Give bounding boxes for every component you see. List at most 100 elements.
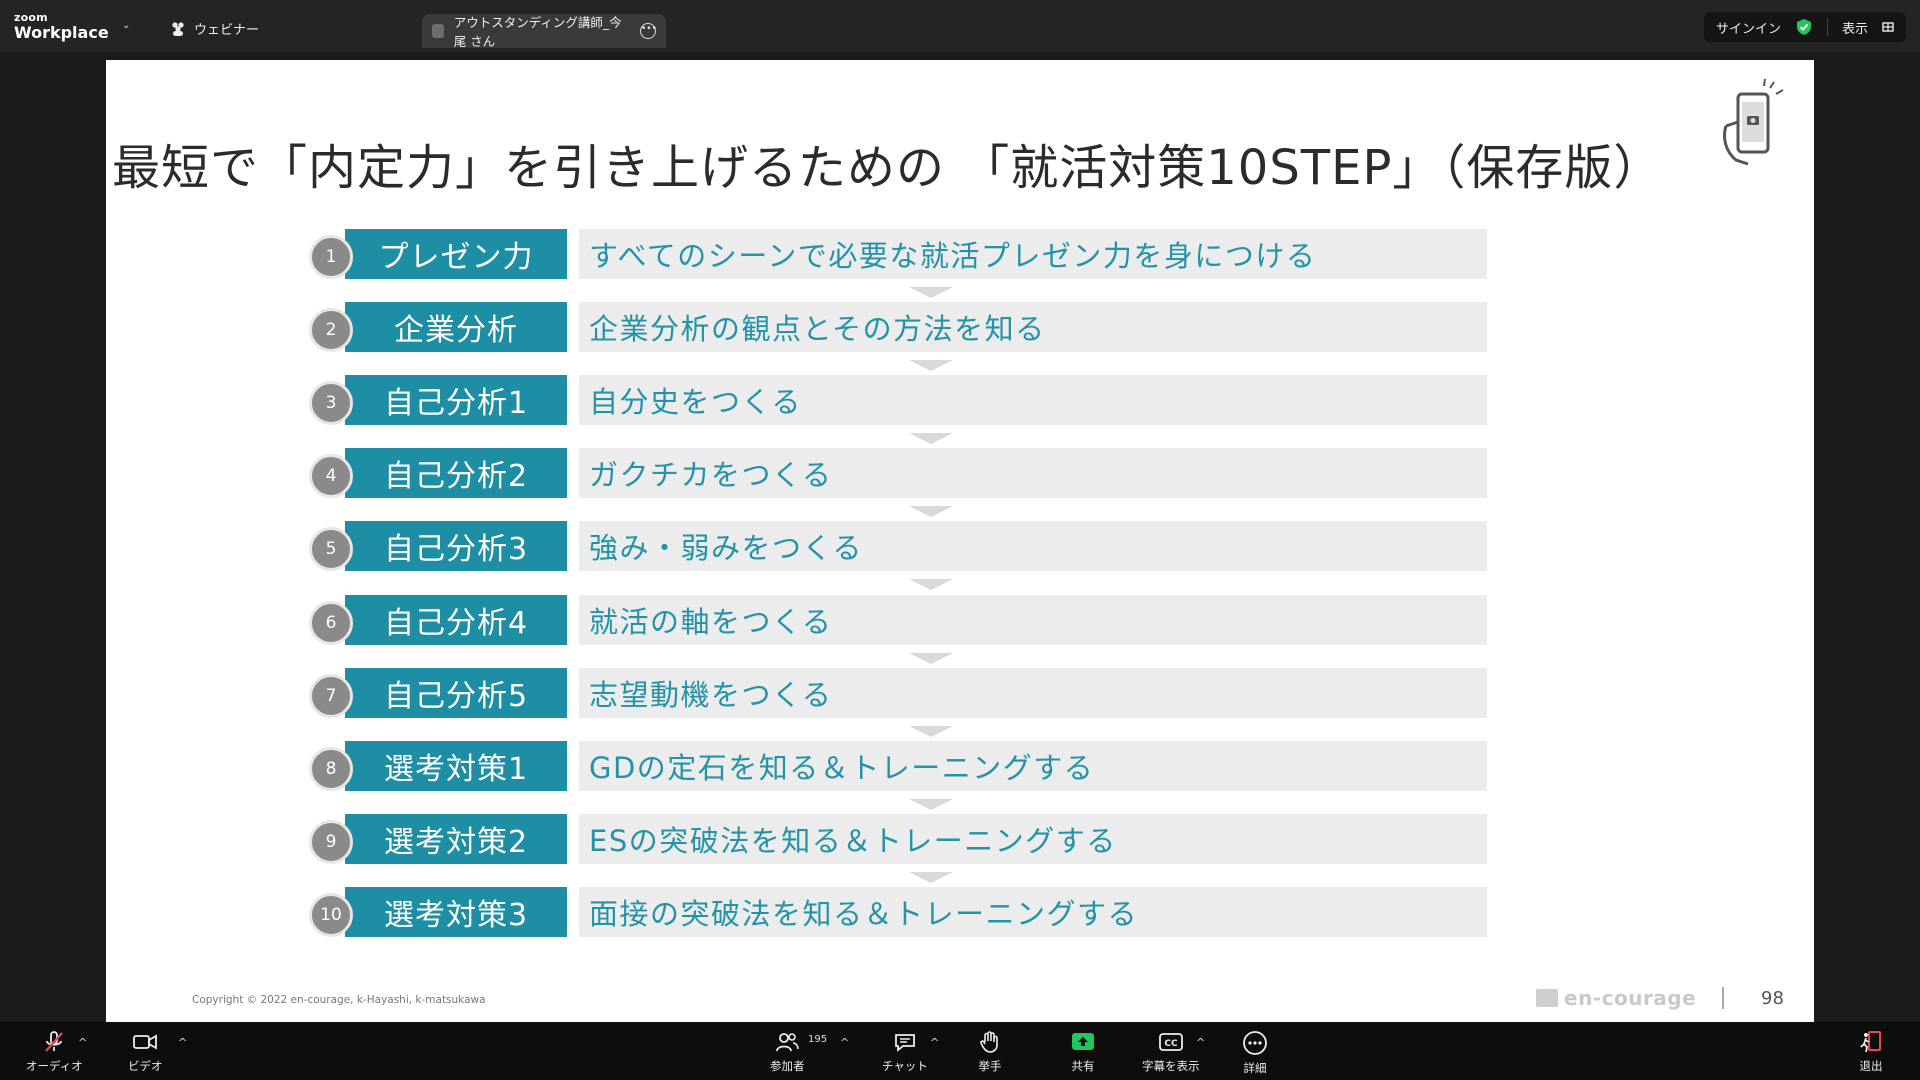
step-row: 5 自己分析3 強み・弱みをつくる (309, 521, 1591, 572)
svg-text:CC: CC (1164, 1039, 1178, 1049)
step-row: 3 自己分析1 自分史をつくる (309, 375, 1591, 426)
meeting-toolbar: オーディオ ^ ビデオ ^ 参加者 195 ^ チャット ^ 挙手 共有 CC … (0, 1022, 1920, 1080)
step-description: すべてのシーンで必要な就活プレゼン力を身につける (579, 229, 1487, 279)
participants-button[interactable]: 参加者 (770, 1030, 805, 1074)
brand-mark-icon (1536, 989, 1558, 1007)
step-label: 自己分析3 (345, 521, 567, 572)
signin-button[interactable]: サインイン (1716, 18, 1781, 37)
step-label: 選考対策1 (345, 740, 567, 791)
audio-options-caret-icon[interactable]: ^ (78, 1036, 87, 1049)
webinar-label: ウェビナー (194, 23, 260, 38)
share-square-icon (432, 24, 444, 38)
step-row: 7 自己分析5 志望動機をつくる (309, 667, 1591, 718)
webinar-indicator[interactable]: ウェビナー (170, 19, 259, 38)
share-screen-icon (1072, 1033, 1094, 1050)
leave-button[interactable]: 退出 (1858, 1030, 1884, 1074)
audio-label: オーディオ (26, 1059, 83, 1073)
slide-title: 最短で「内定力」を引き上げるための 「就活対策10STEP」（保存版） (112, 140, 1663, 196)
page-number: 98 (1761, 988, 1784, 1009)
step-arrow-icon (909, 360, 953, 372)
step-row: 2 企業分析 企業分析の観点とその方法を知る (309, 302, 1591, 353)
chat-bubble-icon (895, 1034, 915, 1052)
video-camera-icon (133, 1034, 158, 1050)
more-label: 詳細 (1243, 1061, 1267, 1075)
step-arrow-icon (909, 287, 953, 298)
logo-workplace-text: Workplace (14, 23, 109, 42)
step-number: 7 (309, 673, 353, 718)
step-number: 10 (309, 892, 353, 937)
hand-icon (980, 1031, 998, 1053)
more-dots-icon (1243, 1031, 1267, 1055)
video-label: ビデオ (128, 1059, 163, 1073)
more-button[interactable]: 詳細 (1242, 1030, 1268, 1076)
step-description: ガクチカをつくる (579, 448, 1487, 499)
step-label: 自己分析4 (345, 594, 567, 645)
step-label: 自己分析2 (345, 448, 567, 499)
step-description: GDの定石を知る＆トレーニングする (579, 740, 1487, 791)
brand-logo: en-courage (1536, 986, 1696, 1010)
step-number: 2 (309, 308, 353, 353)
step-row: 8 選考対策1 GDの定石を知る＆トレーニングする (309, 740, 1591, 791)
step-label: 自己分析5 (345, 667, 567, 718)
participants-count: 195 (808, 1034, 828, 1045)
participants-icon (776, 1033, 800, 1052)
top-right-controls: サインイン 表示 (1703, 12, 1906, 42)
grid-view-icon[interactable] (1882, 21, 1894, 33)
chat-label: チャット (882, 1059, 928, 1073)
copyright-text: Copyright © 2022 en-courage, k-Hayashi, … (192, 994, 486, 1006)
leave-door-icon (1860, 1031, 1881, 1053)
share-button[interactable]: 共有 (1070, 1030, 1096, 1074)
step-description: 企業分析の観点とその方法を知る (579, 302, 1487, 353)
step-label: 選考対策3 (345, 886, 567, 937)
share-label: 共有 (1071, 1059, 1095, 1073)
step-label: 企業分析 (345, 302, 567, 353)
step-arrow-icon (909, 579, 953, 591)
captions-button[interactable]: CC 字幕を表示 (1142, 1030, 1200, 1074)
security-shield-icon[interactable] (1795, 18, 1813, 36)
step-label: プレゼン力 (345, 229, 567, 279)
step-arrow-icon (909, 798, 953, 810)
participants-options-caret-icon[interactable]: ^ (840, 1036, 849, 1049)
participants-label: 参加者 (770, 1059, 805, 1073)
step-row: 4 自己分析2 ガクチカをつくる (309, 448, 1591, 499)
step-row: 1 プレゼン力 すべてのシーンで必要な就活プレゼン力を身につける (309, 229, 1591, 279)
chat-options-caret-icon[interactable]: ^ (930, 1036, 939, 1049)
view-button[interactable]: 表示 (1842, 18, 1868, 37)
top-bar: zoom Workplace ⌄ ウェビナー アウトスタンディング講師_今尾 さ… (0, 0, 1920, 52)
step-label: 選考対策2 (345, 813, 567, 864)
chat-button[interactable]: チャット (882, 1030, 928, 1074)
step-number: 1 (309, 235, 353, 279)
video-options-caret-icon[interactable]: ^ (178, 1036, 187, 1049)
people-icon (172, 21, 184, 36)
step-arrow-icon (909, 725, 953, 737)
divider (1826, 18, 1828, 36)
more-options-icon[interactable]: ••• (640, 23, 657, 39)
raise-hand-label: 挙手 (978, 1059, 1002, 1073)
step-description: 就活の軸をつくる (579, 594, 1487, 645)
logo-zoom-text: zoom (14, 11, 48, 24)
step-label: 自己分析1 (345, 375, 567, 426)
step-number: 9 (309, 819, 353, 864)
audio-button[interactable]: オーディオ (26, 1030, 83, 1074)
step-number: 6 (309, 600, 353, 645)
shared-slide: 最短で「内定力」を引き上げるための 「就活対策10STEP」（保存版） 1 プレゼ… (106, 60, 1814, 1022)
step-arrow-icon (909, 506, 953, 518)
video-button[interactable]: ビデオ (128, 1030, 163, 1074)
step-row: 10 選考対策3 面接の突破法を知る＆トレーニングする (309, 886, 1591, 937)
step-arrow-icon (909, 871, 953, 883)
captions-label: 字幕を表示 (1142, 1059, 1200, 1073)
share-screen-tab[interactable]: アウトスタンディング講師_今尾 さん ••• (422, 14, 666, 49)
captions-options-caret-icon[interactable]: ^ (1196, 1036, 1205, 1049)
chevron-down-icon[interactable]: ⌄ (122, 20, 130, 31)
step-arrow-icon (909, 433, 953, 445)
step-description: 強み・弱みをつくる (579, 521, 1487, 572)
step-description: 自分史をつくる (579, 375, 1487, 426)
step-number: 8 (309, 746, 353, 791)
mic-muted-icon (45, 1031, 64, 1052)
brand-text: en-courage (1564, 986, 1697, 1010)
step-number: 3 (309, 381, 353, 426)
closed-captions-icon: CC (1158, 1033, 1183, 1051)
raise-hand-button[interactable]: 挙手 (978, 1030, 1002, 1074)
step-description: ESの突破法を知る＆トレーニングする (579, 813, 1487, 864)
tab-title: アウトスタンディング講師_今尾 さん (453, 15, 622, 49)
